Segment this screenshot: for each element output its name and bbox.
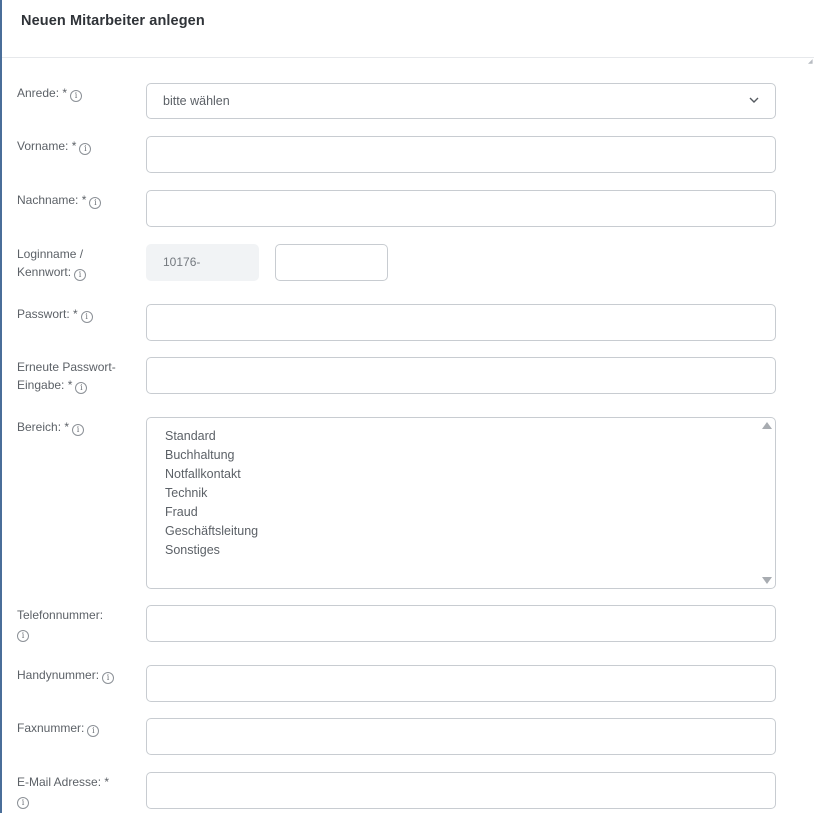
list-item[interactable]: Sonstiges <box>165 541 258 560</box>
info-icon[interactable]: i <box>17 630 29 642</box>
info-icon[interactable]: i <box>79 143 92 155</box>
info-icon[interactable]: i <box>72 424 85 436</box>
resize-grip-icon[interactable]: ◢ <box>808 59 813 65</box>
info-icon[interactable]: i <box>80 311 93 323</box>
label-handy: Handynummer: i <box>17 666 135 684</box>
nachname-input[interactable] <box>146 190 776 227</box>
anrede-selected-value: bitte wählen <box>163 94 230 108</box>
list-item[interactable]: Standard <box>165 427 258 446</box>
scroll-down-arrow-icon[interactable] <box>762 577 772 584</box>
email-input[interactable] <box>146 772 776 809</box>
dialog-title: Neuen Mitarbeiter anlegen <box>21 13 205 29</box>
telefon-input[interactable] <box>146 605 776 642</box>
handy-input[interactable] <box>146 665 776 702</box>
label-telefon: Telefonnummer: i <box>17 608 104 642</box>
loginname-input[interactable] <box>275 244 388 281</box>
info-icon[interactable]: i <box>87 725 100 737</box>
vorname-input[interactable] <box>146 136 776 173</box>
fax-input[interactable] <box>146 718 776 755</box>
bereich-options: Standard Buchhaltung Notfallkontakt Tech… <box>165 427 258 560</box>
info-icon[interactable]: i <box>74 269 87 281</box>
passwort-input[interactable] <box>146 304 776 341</box>
label-passwort: Passwort: * i <box>17 305 135 323</box>
dialog-header: Neuen Mitarbeiter anlegen <box>2 0 814 58</box>
list-item[interactable]: Notfallkontakt <box>165 465 258 484</box>
login-prefix-text: 10176- <box>163 255 201 269</box>
label-nachname: Nachname: * i <box>17 191 135 209</box>
info-icon[interactable]: i <box>17 797 29 809</box>
list-item[interactable]: Technik <box>165 484 258 503</box>
label-anrede: Anrede: * i <box>17 84 135 102</box>
list-item[interactable]: Fraud <box>165 503 258 522</box>
label-vorname: Vorname: * i <box>17 137 135 155</box>
scroll-up-arrow-icon[interactable] <box>762 422 772 429</box>
anrede-select[interactable]: bitte wählen <box>146 83 776 119</box>
label-email: E-Mail Adresse: * i <box>17 775 110 809</box>
login-prefix: 10176- <box>146 244 259 281</box>
info-icon[interactable]: i <box>70 90 83 102</box>
label-loginname: Loginname / Kennwort: i <box>17 245 135 281</box>
info-icon[interactable]: i <box>89 197 102 209</box>
create-employee-dialog: Neuen Mitarbeiter anlegen ◢ Anrede: * i b… <box>0 0 814 813</box>
label-bereich: Bereich: * i <box>17 418 135 436</box>
list-item[interactable]: Buchhaltung <box>165 446 258 465</box>
label-fax: Faxnummer: i <box>17 719 135 737</box>
bereich-listbox[interactable]: Standard Buchhaltung Notfallkontakt Tech… <box>146 417 776 589</box>
label-passwort-repeat: Erneute Passwort- Eingabe: * i <box>17 360 116 394</box>
info-icon[interactable]: i <box>75 382 88 394</box>
passwort-repeat-input[interactable] <box>146 357 776 394</box>
info-icon[interactable]: i <box>102 672 115 684</box>
list-item[interactable]: Geschäftsleitung <box>165 522 258 541</box>
chevron-down-icon <box>749 97 759 103</box>
